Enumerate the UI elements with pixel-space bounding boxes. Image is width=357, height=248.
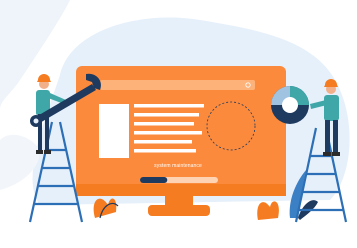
pie-chart-icon xyxy=(271,86,309,124)
maintenance-progress-fill xyxy=(140,177,168,183)
monitor xyxy=(76,66,286,216)
maintenance-illustration: system maintenance xyxy=(0,0,357,248)
maintenance-caption: system maintenance xyxy=(154,163,202,169)
illustration-canvas xyxy=(0,0,350,223)
